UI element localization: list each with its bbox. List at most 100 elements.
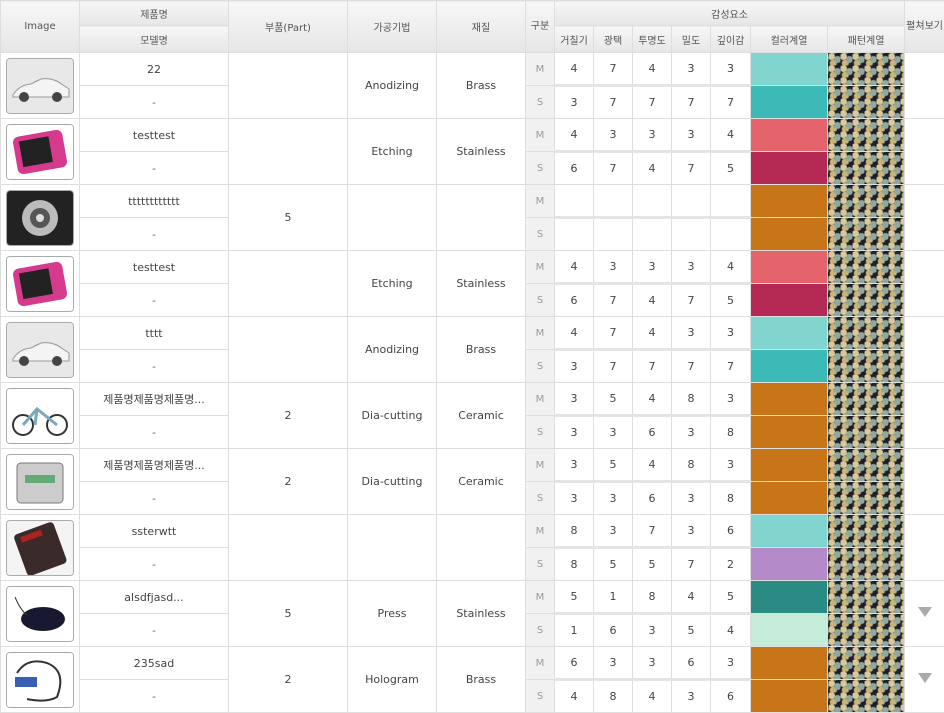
emotion-value: 4 [633,680,672,713]
emotion-value: 7 [672,284,711,317]
product-thumbnail-cell[interactable] [1,449,80,515]
product-name[interactable]: 제품명제품명제품명... [80,449,229,482]
usb-device-thumbnail[interactable] [6,652,74,708]
gubun-m: M [526,119,555,152]
table-row: testtestEtchingStainlessM43334 [1,251,944,284]
emotion-value [633,185,672,218]
model-name: - [80,482,229,515]
pattern-swatch [828,383,905,416]
col-header-depth: 깊이감 [711,26,751,53]
expand-cell [905,383,944,449]
emotion-value: 8 [555,548,594,581]
color-swatch [751,53,828,86]
emotion-value [672,218,711,251]
calculator-thumbnail[interactable] [6,520,74,576]
pattern-swatch [828,86,905,119]
emotion-value: 5 [672,614,711,647]
product-name[interactable]: ssterwtt [80,515,229,548]
col-header-model-name: 모델명 [80,26,229,53]
gubun-s: S [526,86,555,119]
gubun-m: M [526,581,555,614]
emotion-value: 3 [711,449,751,482]
product-thumbnail-cell[interactable] [1,119,80,185]
pattern-swatch [828,515,905,548]
emotion-value: 4 [633,53,672,86]
emotion-value: 4 [555,317,594,350]
emotion-value: 5 [594,449,633,482]
expand-cell [905,185,944,251]
table-row: testtestEtchingStainlessM43334 [1,119,944,152]
product-thumbnail-cell[interactable] [1,647,80,713]
col-header-roughness: 거칠기 [555,26,594,53]
product-thumbnail-cell[interactable] [1,383,80,449]
emotion-value: 4 [633,317,672,350]
color-swatch [751,581,828,614]
product-name[interactable]: 22 [80,53,229,86]
color-swatch [751,515,828,548]
col-header-pattern-family: 패턴계열 [828,26,905,53]
emotion-value: 4 [555,680,594,713]
col-header-emotion: 감성요소 [555,1,905,26]
product-thumbnail-cell[interactable] [1,581,80,647]
emotion-value: 3 [555,482,594,515]
product-name[interactable]: testtest [80,251,229,284]
product-name[interactable]: tttttttttttt [80,185,229,218]
product-thumbnail-cell[interactable] [1,317,80,383]
product-name[interactable]: 제품명제품명제품명... [80,383,229,416]
pattern-swatch [828,350,905,383]
color-swatch [751,416,828,449]
emotion-value: 6 [633,416,672,449]
product-name[interactable]: tttt [80,317,229,350]
table-row: ssterwttM83736 [1,515,944,548]
gubun-s: S [526,350,555,383]
product-name[interactable]: alsdfjasd... [80,581,229,614]
product-thumbnail-cell[interactable] [1,515,80,581]
material-value: Stainless [437,119,526,185]
camera-dial-thumbnail[interactable] [6,190,74,246]
bicycle-thumbnail[interactable] [6,388,74,444]
product-thumbnail-cell[interactable] [1,53,80,119]
color-swatch [751,647,828,680]
gubun-s: S [526,614,555,647]
product-thumbnail-cell[interactable] [1,185,80,251]
pattern-swatch [828,53,905,86]
media-player-thumbnail[interactable] [6,256,74,312]
emotion-value: 3 [594,515,633,548]
table-row: 235sad2HologramBrassM63363 [1,647,944,680]
emotion-value: 6 [555,284,594,317]
media-player-thumbnail[interactable] [6,124,74,180]
model-name: - [80,284,229,317]
expand-cell[interactable] [905,581,944,647]
gubun-s: S [526,284,555,317]
product-thumbnail-cell[interactable] [1,251,80,317]
emotion-value: 4 [555,119,594,152]
emotion-value: 7 [711,350,751,383]
emotion-value: 5 [711,581,751,614]
emotion-value: 7 [633,350,672,383]
product-name[interactable]: testtest [80,119,229,152]
gubun-m: M [526,317,555,350]
gubun-m: M [526,515,555,548]
model-name: - [80,218,229,251]
emotion-value: 3 [711,317,751,350]
process-value: Etching [348,119,437,185]
product-name[interactable]: 235sad [80,647,229,680]
emotion-value: 3 [711,383,751,416]
machine-thumbnail[interactable] [6,454,74,510]
emotion-value: 4 [711,119,751,152]
expand-arrow-icon[interactable] [918,673,932,683]
part-value: 5 [229,581,348,647]
expand-cell[interactable] [905,647,944,713]
col-header-material: 재질 [437,1,526,53]
mouse-thumbnail[interactable] [6,586,74,642]
car-thumbnail[interactable] [6,58,74,114]
process-value: Anodizing [348,53,437,119]
emotion-value: 4 [633,152,672,185]
pattern-swatch [828,449,905,482]
expand-arrow-icon[interactable] [918,607,932,617]
emotion-value: 4 [633,449,672,482]
car-thumbnail[interactable] [6,322,74,378]
part-value: 2 [229,647,348,713]
emotion-value: 5 [633,548,672,581]
emotion-value: 3 [594,482,633,515]
